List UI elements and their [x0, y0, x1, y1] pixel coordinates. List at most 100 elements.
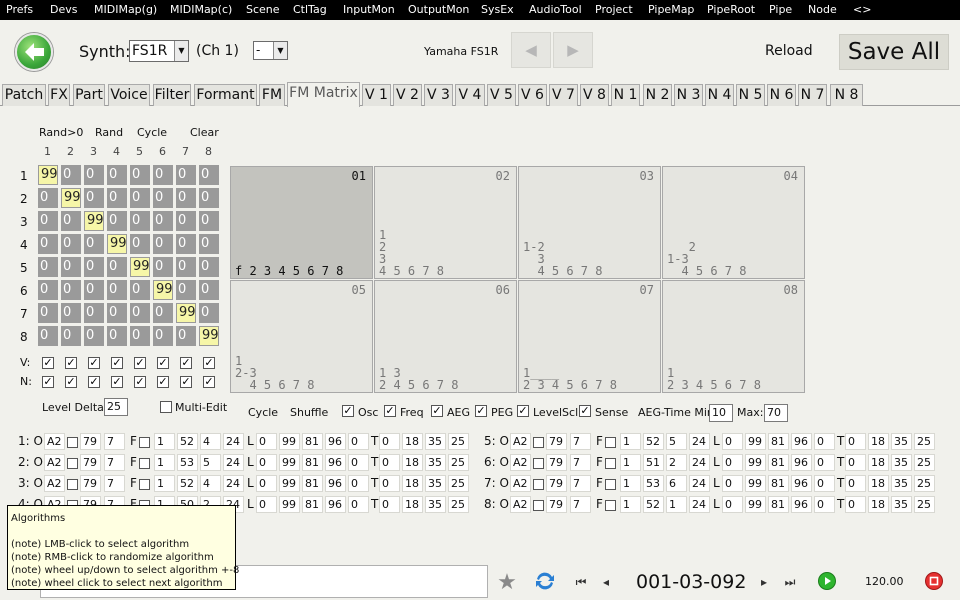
next-icon[interactable]: ▸ — [757, 575, 771, 589]
freq-checkbox[interactable] — [139, 479, 150, 490]
level-value[interactable]: 81 — [302, 454, 323, 471]
matrix-cell[interactable]: 0 — [130, 280, 150, 300]
time-value[interactable]: 0 — [379, 454, 400, 471]
matrix-cell[interactable]: 0 — [84, 326, 104, 346]
menu-outputmon[interactable]: OutputMon — [408, 0, 469, 20]
time-value[interactable]: 0 — [845, 433, 866, 450]
check-freq[interactable]: ✓ — [384, 405, 396, 417]
operator-checkbox[interactable] — [533, 500, 544, 511]
freq-value[interactable]: 24 — [689, 454, 710, 471]
level-value[interactable]: 81 — [768, 475, 789, 492]
v-checkbox[interactable]: ✓ — [42, 357, 54, 369]
synth-select[interactable]: FS1R ▼ — [129, 40, 189, 62]
freq-value[interactable]: 1 — [620, 454, 641, 471]
prev-device-button[interactable]: ◀ — [511, 32, 551, 68]
tab-patch[interactable]: Patch — [2, 84, 46, 106]
menu-project[interactable]: Project — [595, 0, 633, 20]
level-value[interactable]: 99 — [745, 454, 766, 471]
operator-value[interactable]: 7 — [570, 433, 591, 450]
max-input[interactable]: 70 — [764, 404, 788, 422]
tab-filter[interactable]: Filter — [153, 84, 191, 106]
matrix-cell[interactable]: 0 — [38, 326, 58, 346]
matrix-cell[interactable]: 99 — [61, 188, 81, 208]
matrix-cell[interactable]: 0 — [61, 280, 81, 300]
level-value[interactable]: 0 — [814, 475, 835, 492]
matrix-cell[interactable]: 0 — [130, 188, 150, 208]
operator-value[interactable]: 7 — [570, 496, 591, 513]
matrix-cell[interactable]: 0 — [107, 257, 127, 277]
star-icon[interactable]: ★ — [495, 570, 519, 595]
operator-value[interactable]: 7 — [104, 454, 125, 471]
level-value[interactable]: 0 — [256, 475, 277, 492]
matrix-cell[interactable]: 99 — [38, 165, 58, 185]
time-value[interactable]: 25 — [914, 496, 935, 513]
check-aeg[interactable]: ✓ — [431, 405, 443, 417]
time-value[interactable]: 35 — [891, 496, 912, 513]
skip-end-icon[interactable]: ⏭ — [783, 575, 797, 590]
tab-fx[interactable]: FX — [48, 84, 70, 106]
freq-value[interactable]: 5 — [666, 433, 687, 450]
level-value[interactable]: 99 — [279, 454, 300, 471]
matrix-action-rand[interactable]: Rand — [95, 126, 123, 139]
matrix-cell[interactable]: 0 — [38, 303, 58, 323]
matrix-cell[interactable]: 0 — [130, 165, 150, 185]
operator-value[interactable]: 7 — [104, 433, 125, 450]
freq-value[interactable]: 24 — [223, 433, 244, 450]
menu-scene[interactable]: Scene — [246, 0, 280, 20]
operator-value[interactable]: 79 — [80, 454, 101, 471]
matrix-cell[interactable]: 99 — [107, 234, 127, 254]
aeg-time-min-input[interactable]: 10 — [709, 404, 733, 422]
wave-select[interactable]: A2 — [510, 433, 531, 450]
wave-select[interactable]: A2 — [44, 454, 65, 471]
freq-value[interactable]: 1 — [154, 475, 175, 492]
level-value[interactable]: 81 — [768, 496, 789, 513]
matrix-cell[interactable]: 0 — [38, 211, 58, 231]
n-checkbox[interactable]: ✓ — [42, 376, 54, 388]
next-device-button[interactable]: ▶ — [553, 32, 593, 68]
level-value[interactable]: 0 — [256, 433, 277, 450]
matrix-cell[interactable]: 0 — [61, 326, 81, 346]
tab-n-2[interactable]: N 2 — [643, 84, 672, 106]
freq-checkbox[interactable] — [139, 437, 150, 448]
wave-select[interactable]: A2 — [44, 433, 65, 450]
level-value[interactable]: 0 — [722, 454, 743, 471]
time-value[interactable]: 0 — [845, 454, 866, 471]
time-value[interactable]: 25 — [914, 433, 935, 450]
time-value[interactable]: 18 — [868, 433, 889, 450]
freq-value[interactable]: 6 — [666, 475, 687, 492]
n-checkbox[interactable]: ✓ — [88, 376, 100, 388]
freq-value[interactable]: 2 — [666, 454, 687, 471]
matrix-cell[interactable]: 0 — [176, 165, 196, 185]
check-osc[interactable]: ✓ — [342, 405, 354, 417]
time-value[interactable]: 25 — [448, 496, 469, 513]
n-checkbox[interactable]: ✓ — [65, 376, 77, 388]
operator-value[interactable]: 79 — [546, 496, 567, 513]
level-value[interactable]: 96 — [791, 475, 812, 492]
matrix-cell[interactable]: 99 — [176, 303, 196, 323]
freq-value[interactable]: 51 — [643, 454, 664, 471]
level-value[interactable]: 96 — [325, 454, 346, 471]
part-select[interactable]: - ▼ — [253, 41, 288, 60]
matrix-cell[interactable]: 0 — [61, 234, 81, 254]
freq-value[interactable]: 5 — [200, 454, 221, 471]
matrix-cell[interactable]: 0 — [199, 165, 219, 185]
n-checkbox[interactable]: ✓ — [134, 376, 146, 388]
operator-checkbox[interactable] — [533, 437, 544, 448]
time-value[interactable]: 18 — [402, 475, 423, 492]
time-value[interactable]: 18 — [402, 433, 423, 450]
time-value[interactable]: 25 — [448, 475, 469, 492]
level-delta-input[interactable]: 25 — [104, 398, 128, 416]
skip-start-icon[interactable]: ⏮ — [574, 575, 588, 590]
matrix-cell[interactable]: 0 — [107, 280, 127, 300]
operator-checkbox[interactable] — [533, 458, 544, 469]
level-value[interactable]: 0 — [256, 454, 277, 471]
tab-n-8[interactable]: N 8 — [830, 84, 863, 106]
tab-n-4[interactable]: N 4 — [705, 84, 734, 106]
matrix-cell[interactable]: 0 — [176, 326, 196, 346]
time-value[interactable]: 0 — [845, 475, 866, 492]
algorithm-06[interactable]: 06 1 32 4 5 6 7 8 — [374, 280, 517, 393]
menu-node[interactable]: Node — [808, 0, 837, 20]
operator-checkbox[interactable] — [67, 458, 78, 469]
tab-fm-matrix[interactable]: FM Matrix — [287, 82, 360, 107]
freq-checkbox[interactable] — [605, 458, 616, 469]
